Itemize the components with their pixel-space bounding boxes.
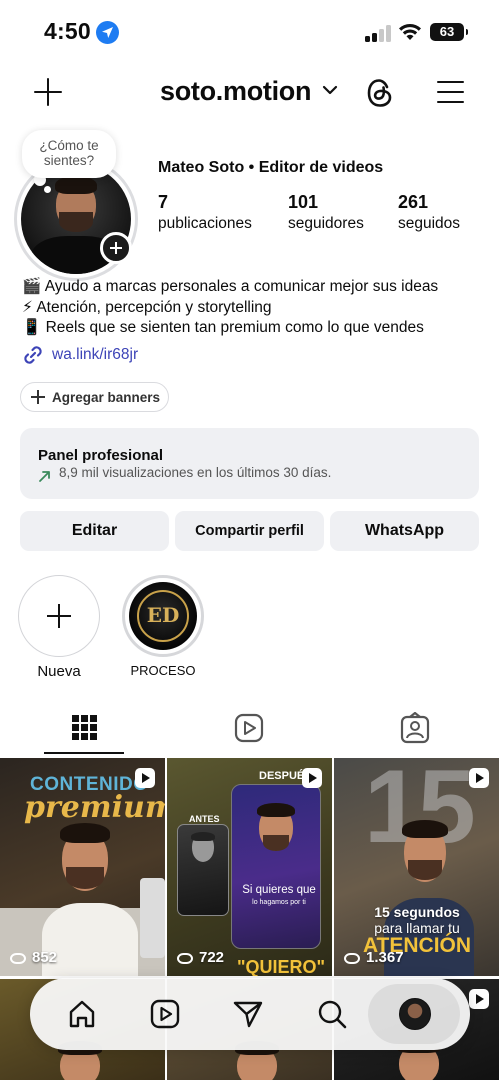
bio-line: 🎬 Ayudo a marcas personales a comunicar … bbox=[22, 278, 439, 295]
menu-hamburger-icon[interactable] bbox=[437, 80, 464, 104]
tile-overlay-text: ATENCIÓN bbox=[362, 934, 472, 957]
profile-username[interactable]: soto.motion bbox=[160, 76, 311, 107]
wifi-icon bbox=[399, 23, 421, 40]
tile-views: 722 bbox=[199, 949, 225, 966]
stat-following-label: seguidos bbox=[398, 215, 461, 232]
create-plus-icon[interactable] bbox=[34, 78, 62, 106]
stat-following-value: 261 bbox=[398, 192, 429, 212]
new-highlight-button[interactable] bbox=[18, 575, 100, 657]
add-banners-label: Agregar banners bbox=[52, 390, 161, 405]
highlight-label: PROCESO bbox=[130, 663, 196, 678]
panel-subtitle: 8,9 mil visualizaciones en los últimos 3… bbox=[59, 465, 332, 480]
highlight-label: Nueva bbox=[37, 663, 81, 680]
messages-send-icon[interactable] bbox=[232, 998, 264, 1030]
bio-line: ⚡ Atención, percepción y storytelling bbox=[22, 298, 272, 316]
tile-overlay-text: "QUIERO" bbox=[237, 957, 326, 976]
add-banners-button[interactable]: Agregar banners bbox=[20, 382, 169, 412]
active-tab-indicator bbox=[44, 752, 124, 754]
tile-views: 852 bbox=[32, 949, 58, 966]
panel-title: Panel profesional bbox=[38, 447, 164, 464]
edit-profile-button[interactable]: Editar bbox=[20, 511, 169, 551]
views-eye-icon bbox=[344, 953, 360, 964]
status-time: 4:50 bbox=[44, 18, 91, 44]
tile-overlay-text: Si quieres que bbox=[242, 884, 316, 896]
reel-icon bbox=[302, 768, 322, 788]
highlight-proceso[interactable]: ED bbox=[122, 575, 204, 657]
profile-bio: 🎬 Ayudo a marcas personales a comunicar … bbox=[22, 277, 438, 339]
tile-overlay-text: ANTES bbox=[189, 814, 220, 824]
share-profile-button[interactable]: Compartir perfil bbox=[175, 511, 324, 551]
tagged-tab-icon[interactable] bbox=[395, 712, 435, 746]
reel-icon bbox=[135, 768, 155, 788]
profile-avatar-nav[interactable] bbox=[399, 998, 431, 1030]
add-story-icon[interactable] bbox=[100, 232, 132, 264]
profile-full-name: Mateo Soto • Editor de videos bbox=[158, 159, 384, 176]
post-tile-1[interactable]: CONTENIDO premium 852 bbox=[0, 758, 165, 976]
views-eye-icon bbox=[177, 953, 193, 964]
stat-posts-label: publicaciones bbox=[158, 215, 252, 232]
chevron-down-icon[interactable] bbox=[322, 84, 338, 96]
reels-icon[interactable] bbox=[149, 998, 181, 1030]
post-tile-3[interactable]: 15 15 segundos para llamar tu ATENCIÓN 1… bbox=[334, 758, 499, 976]
reels-tab-icon[interactable] bbox=[229, 712, 269, 746]
profile-link-text: wa.link/ir68jr bbox=[52, 346, 139, 363]
bottom-navigation bbox=[30, 978, 470, 1050]
stat-followers-label: seguidores bbox=[288, 215, 364, 232]
tile-overlay-text: lo hagamos por ti bbox=[252, 899, 306, 906]
note-bubble-tail-small bbox=[44, 186, 51, 193]
battery-indicator: 63 bbox=[430, 23, 468, 41]
stat-followers[interactable]: 101 seguidores bbox=[288, 192, 364, 233]
location-arrow-icon bbox=[96, 21, 119, 44]
stat-posts-value: 7 bbox=[158, 192, 169, 212]
tile-views: 1.367 bbox=[366, 949, 404, 966]
highlight-monogram: ED bbox=[146, 603, 180, 627]
reel-icon bbox=[469, 989, 489, 1009]
cellular-signal-icon bbox=[365, 24, 391, 42]
whatsapp-button[interactable]: WhatsApp bbox=[330, 511, 479, 551]
trend-arrow-icon bbox=[39, 471, 50, 482]
bio-line: 📱 Reels que se sienten tan premium como … bbox=[22, 319, 424, 336]
search-icon[interactable] bbox=[316, 998, 348, 1030]
grid-tab-icon[interactable] bbox=[64, 712, 104, 746]
threads-icon[interactable] bbox=[366, 78, 394, 108]
home-icon[interactable] bbox=[66, 998, 98, 1030]
stat-followers-value: 101 bbox=[288, 192, 319, 212]
note-bubble[interactable]: ¿Cómo te sientes? bbox=[22, 130, 116, 178]
plus-icon bbox=[31, 390, 45, 404]
professional-dashboard[interactable]: Panel profesional 8,9 mil visualizacione… bbox=[20, 428, 479, 499]
link-icon bbox=[24, 346, 42, 364]
status-bar: 4:50 63 bbox=[0, 0, 499, 64]
tile-overlay-text: 15 segundos bbox=[374, 904, 460, 920]
views-eye-icon bbox=[10, 953, 26, 964]
post-tile-2[interactable]: DESPUÉS Si quieres que lo hagamos por ti… bbox=[167, 758, 332, 976]
stat-posts[interactable]: 7 publicaciones bbox=[158, 192, 252, 233]
reel-icon bbox=[469, 768, 489, 788]
tile-overlay-text: premium bbox=[24, 790, 165, 825]
stat-following[interactable]: 261 seguidos bbox=[398, 192, 460, 233]
